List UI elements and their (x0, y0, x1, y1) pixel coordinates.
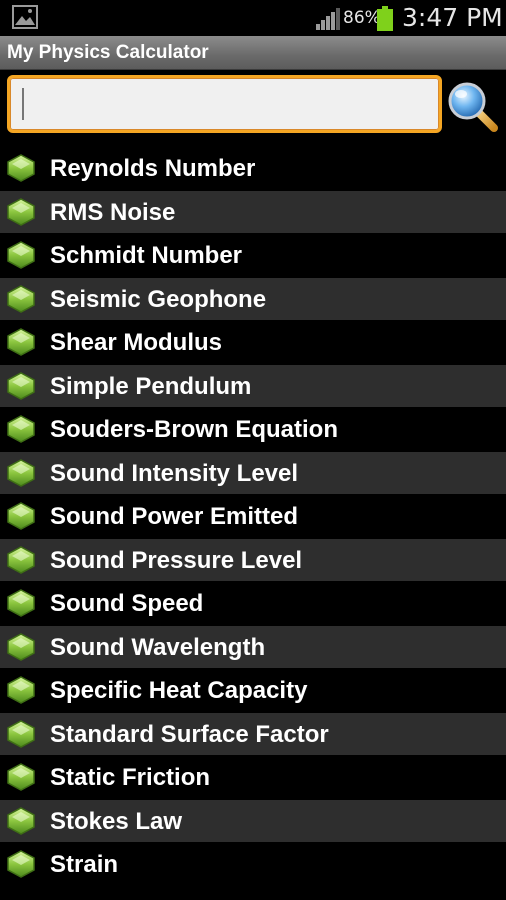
status-bar: 86% 3:47 PM (0, 0, 506, 36)
search-icon (448, 82, 498, 132)
green-hexagon-icon (7, 371, 35, 400)
search-area (0, 70, 506, 146)
green-hexagon-icon (7, 589, 35, 617)
list-item-label: RMS Noise (50, 198, 176, 226)
list-item[interactable]: RMS Noise (0, 190, 506, 234)
green-hexagon-icon (7, 676, 35, 704)
list-item-label: Sound Wavelength (50, 633, 266, 661)
signal-icon (316, 8, 340, 30)
list-item[interactable]: Sound Intensity Level (0, 451, 506, 495)
list-item[interactable]: Sound Wavelength (0, 625, 506, 669)
list-item-label: Sound Intensity Level (50, 459, 299, 487)
gallery-icon (12, 5, 38, 29)
green-hexagon-icon (7, 545, 35, 574)
green-hexagon-icon (7, 763, 35, 791)
list-item-label: Sound Speed (50, 590, 204, 617)
list-item-label: Standard Surface Factor (50, 720, 329, 748)
list-item[interactable]: Schmidt Number (0, 234, 506, 278)
status-clock: 3:47 PM (402, 3, 503, 32)
list-item-label: Schmidt Number (50, 242, 243, 269)
list-item-label: Seismic Geophone (50, 285, 267, 313)
list-item-label: Sound Pressure Level (50, 546, 303, 574)
list-item[interactable]: Reynolds Number (0, 147, 506, 191)
list-item[interactable]: Sound Pressure Level (0, 538, 506, 582)
list-item[interactable]: Sound Speed (0, 582, 506, 626)
green-hexagon-icon (7, 850, 35, 878)
list-item-label: Stokes Law (50, 807, 183, 835)
app-screen: 86% 3:47 PM My Physics Calculator Reynol… (0, 0, 506, 900)
formula-list: Reynolds Number RMS Noise Schmidt Number Se… (0, 147, 506, 887)
list-item[interactable]: Simple Pendulum (0, 364, 506, 408)
list-item[interactable]: Standard Surface Factor (0, 712, 506, 756)
list-item-label: Strain (50, 851, 119, 878)
list-item[interactable]: Souders-Brown Equation (0, 408, 506, 452)
green-hexagon-icon (7, 415, 35, 443)
text-cursor (22, 88, 24, 120)
list-item-label: Static Friction (50, 764, 211, 791)
search-button[interactable] (446, 80, 500, 134)
green-hexagon-icon (7, 719, 35, 748)
list-item-label: Souders-Brown Equation (50, 416, 338, 443)
search-input[interactable] (7, 75, 442, 133)
green-hexagon-icon (7, 632, 35, 661)
list-item[interactable]: Static Friction (0, 756, 506, 800)
battery-percent: 86% (343, 8, 381, 28)
title-bar: My Physics Calculator (0, 36, 506, 70)
list-item[interactable]: Specific Heat Capacity (0, 669, 506, 713)
green-hexagon-icon (7, 502, 35, 530)
green-hexagon-icon (7, 806, 35, 835)
green-hexagon-icon (7, 458, 35, 487)
green-hexagon-icon (7, 197, 35, 226)
list-item-label: Reynolds Number (50, 155, 256, 182)
list-item[interactable]: Strain (0, 843, 506, 887)
list-item-label: Simple Pendulum (50, 372, 252, 400)
list-item-label: Specific Heat Capacity (50, 677, 308, 704)
green-hexagon-icon (7, 328, 35, 356)
green-hexagon-icon (7, 284, 35, 313)
list-item[interactable]: Seismic Geophone (0, 277, 506, 321)
list-item-label: Sound Power Emitted (50, 503, 299, 530)
app-title: My Physics Calculator (7, 42, 209, 63)
green-hexagon-icon (7, 154, 35, 182)
green-hexagon-icon (7, 241, 35, 269)
list-item-label: Shear Modulus (50, 329, 223, 356)
list-item[interactable]: Shear Modulus (0, 321, 506, 365)
list-item[interactable]: Sound Power Emitted (0, 495, 506, 539)
list-item[interactable]: Stokes Law (0, 799, 506, 843)
battery-icon (377, 6, 393, 31)
